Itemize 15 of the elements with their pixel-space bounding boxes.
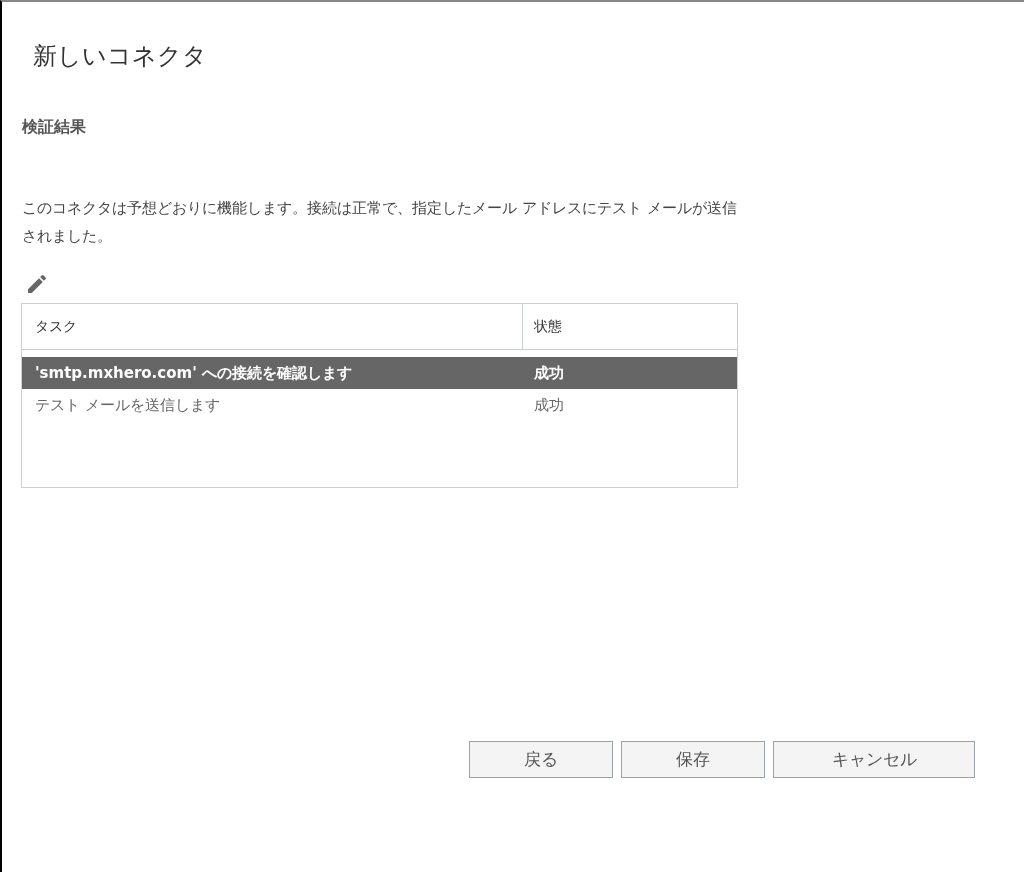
status-cell-text: 成功	[533, 362, 564, 384]
column-header[interactable]: タスク	[22, 304, 523, 349]
edit-icon[interactable]	[25, 272, 49, 296]
status-cell-text: 成功	[533, 394, 564, 416]
dialog-button[interactable]: 保存	[621, 741, 765, 778]
column-header[interactable]: 状態	[523, 304, 737, 349]
task-row[interactable]: 'smtp.mxhero.com' への接続を確認します 成功	[22, 357, 737, 389]
dialog-button[interactable]: キャンセル	[773, 741, 975, 778]
dialog-button[interactable]: 戻る	[469, 741, 613, 778]
section-heading: 検証結果	[22, 116, 86, 138]
task-row[interactable]: テスト メールを送信します 成功	[22, 389, 737, 421]
result-message: このコネクタは予想どおりに機能します。接続は正常で、指定したメール アドレスにテスト メールが送信されました。	[22, 198, 738, 247]
dialog-title: 新しいコネクタ	[33, 41, 207, 72]
task-cell-text: 'smtp.mxhero.com' への接続を確認します	[34, 362, 353, 384]
task-cell-text: テスト メールを送信します	[34, 394, 221, 416]
